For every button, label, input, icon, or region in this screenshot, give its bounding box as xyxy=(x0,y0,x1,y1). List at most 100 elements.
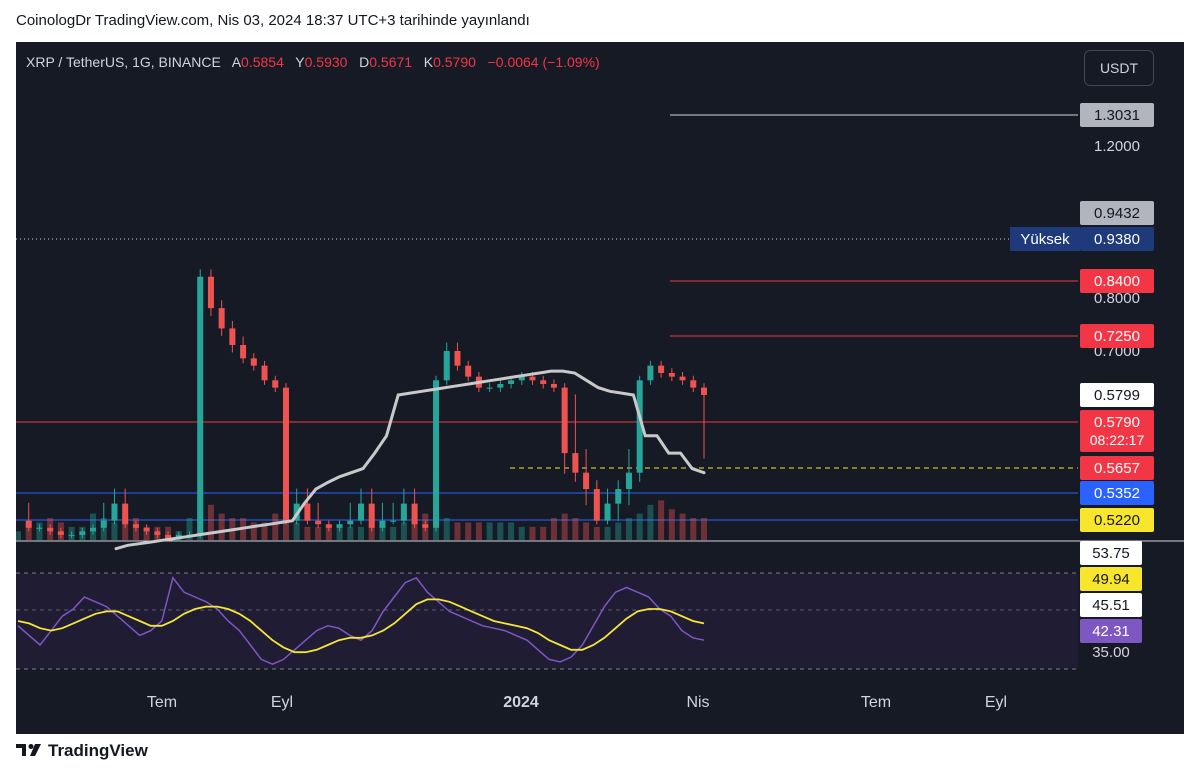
volume-bar xyxy=(593,526,600,540)
price-tag-value: 0.8400 xyxy=(1094,273,1140,290)
candle-body xyxy=(701,387,707,395)
volume-bar xyxy=(390,526,397,540)
candle-body xyxy=(433,380,440,528)
rsi-tick-label: 35.00 xyxy=(1092,644,1130,661)
volume-bar xyxy=(293,522,300,540)
candle-body xyxy=(47,527,54,532)
candle-body xyxy=(336,524,343,528)
candle-body xyxy=(240,345,247,359)
candle-body xyxy=(625,472,632,490)
candle-body xyxy=(679,376,686,381)
volume-bar xyxy=(550,518,557,540)
x-axis-label: Nis xyxy=(686,694,709,711)
price-tag-value: 0.5352 xyxy=(1094,485,1140,502)
volume-bar xyxy=(443,518,450,540)
candle-body xyxy=(25,520,32,528)
volume-bar xyxy=(347,526,354,540)
volume-bar xyxy=(658,500,665,540)
candle-body xyxy=(358,503,364,521)
open-value: 0.5854 xyxy=(241,54,284,70)
currency-button[interactable]: USDT xyxy=(1084,50,1154,86)
candle-body xyxy=(529,376,536,381)
rsi-tick-label: 45.51 xyxy=(1092,597,1130,614)
volume-bar xyxy=(400,522,407,540)
rsi-band xyxy=(16,573,1078,669)
volume-bar xyxy=(315,526,322,540)
candle-body xyxy=(100,520,107,528)
high-label: Y xyxy=(295,54,305,70)
volume-bar xyxy=(497,522,504,540)
volume-bar xyxy=(111,522,118,540)
candle-body xyxy=(411,503,418,525)
volume-bar xyxy=(572,518,579,540)
candle-body xyxy=(615,489,622,504)
volume-bar xyxy=(540,526,547,540)
chart-svg[interactable]: 1.20000.80000.70001.30310.94320.9380Yüks… xyxy=(16,42,1184,734)
volume-bar xyxy=(218,513,225,540)
candle-body xyxy=(604,503,611,521)
candle-body xyxy=(540,380,547,384)
candle-body xyxy=(143,527,150,532)
candle-body xyxy=(486,387,493,389)
rsi-tick-label: 42.31 xyxy=(1092,623,1130,640)
candle-body xyxy=(347,520,354,525)
x-axis-label: Tem xyxy=(147,694,177,711)
candle-body xyxy=(261,365,268,381)
price-tag-value: 0.5220 xyxy=(1094,512,1140,529)
x-axis-label: Tem xyxy=(861,694,891,711)
candle-body xyxy=(207,276,214,309)
low-value: 0.5671 xyxy=(369,54,413,70)
volume-bar xyxy=(518,526,525,540)
candle-body xyxy=(658,365,665,373)
candle-body xyxy=(111,503,118,521)
volume-bar xyxy=(454,522,461,540)
price-tag-value: 0.7250 xyxy=(1094,328,1140,345)
price-tick-label: 1.2000 xyxy=(1094,138,1140,155)
candle-body xyxy=(508,380,515,384)
candle-body xyxy=(368,503,375,528)
candle-body xyxy=(647,365,654,381)
volume-bar xyxy=(690,518,697,540)
candle-body xyxy=(443,351,450,381)
volume-bar xyxy=(358,526,364,540)
candle-body xyxy=(154,531,161,535)
candle-body xyxy=(497,383,504,388)
volume-bar xyxy=(529,526,536,540)
volume-bar xyxy=(272,513,279,540)
candle-body xyxy=(197,276,204,535)
chart-frame[interactable]: 1.2000 0.8000 0.7000 1.3031 0.9432 0.9380 Yüks… xyxy=(16,42,1184,734)
candle-body xyxy=(550,383,557,388)
candle-body xyxy=(668,372,675,377)
candle-body xyxy=(218,308,225,329)
price-tag-value: 0.5799 xyxy=(1094,387,1140,404)
candle-body xyxy=(465,365,472,377)
candle-body xyxy=(250,358,257,366)
candle-body xyxy=(282,387,289,521)
volume-bar xyxy=(475,522,482,540)
volume-bar xyxy=(508,522,515,540)
candle-body xyxy=(79,531,86,535)
low-label: D xyxy=(359,54,370,70)
candle-body xyxy=(593,489,600,521)
tradingview-brand: TradingView xyxy=(48,741,148,760)
high-value: 0.5930 xyxy=(304,54,348,70)
candle-body xyxy=(561,387,568,454)
volume-bar xyxy=(668,509,675,540)
candle-body xyxy=(454,351,461,366)
volume-bar xyxy=(625,518,632,540)
price-tag-name: Yüksek xyxy=(1020,231,1070,248)
symbol-legend: XRP / TetherUS, 1G, BINANCE A0.5854 Y0.5… xyxy=(26,54,600,70)
tradingview-logo-icon xyxy=(16,744,41,756)
candle-body xyxy=(90,527,97,532)
publication-header: CoinologDr TradingView.com, Nis 03, 2024… xyxy=(0,0,1200,42)
price-tag-value: 1.3031 xyxy=(1094,107,1140,124)
candle-body xyxy=(325,524,332,528)
change-value: −0.0064 (−1.09%) xyxy=(487,54,600,70)
close-label: K xyxy=(423,54,434,70)
price-tag-value: 0.9432 xyxy=(1094,205,1140,222)
volume-bar xyxy=(561,513,568,540)
footer xyxy=(0,734,1200,776)
volume-bar xyxy=(615,522,622,540)
volume-bar xyxy=(679,513,686,540)
candle-body xyxy=(690,380,697,388)
